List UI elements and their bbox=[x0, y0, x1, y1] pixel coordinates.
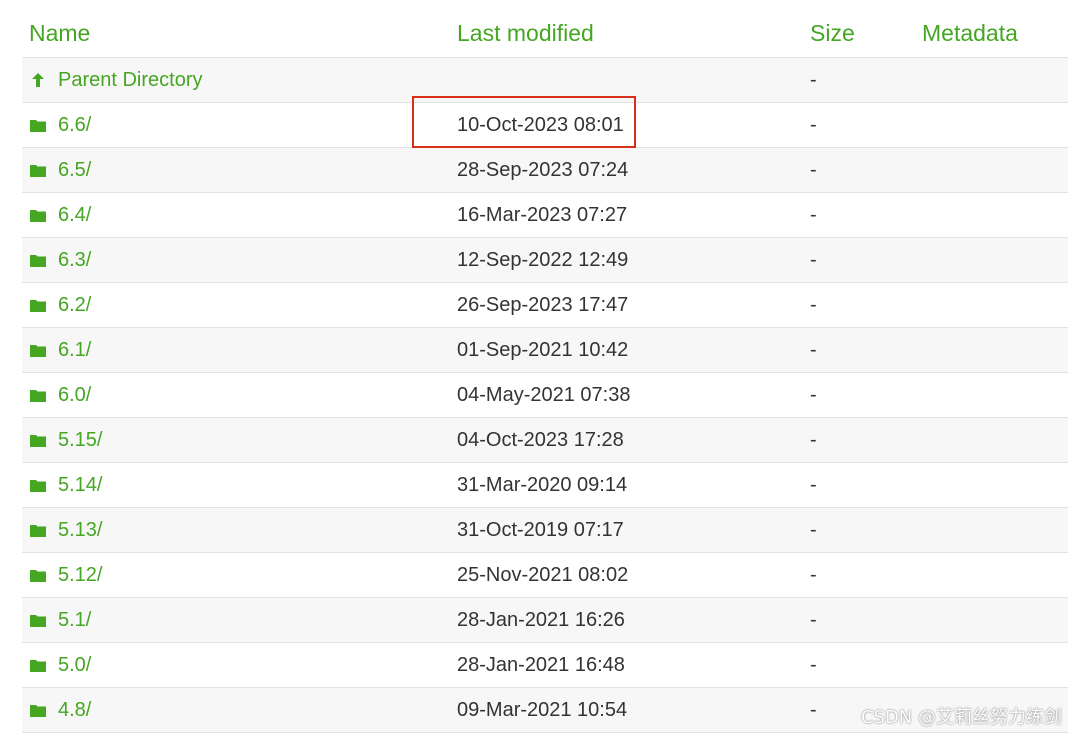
parent-directory-link[interactable]: Parent Directory bbox=[58, 69, 203, 92]
folder-icon bbox=[30, 615, 46, 627]
list-item: 6.4/16-Mar-2023 07:27 - bbox=[22, 193, 1068, 238]
last-modified-cell: 12-Sep-2022 12:49 bbox=[457, 248, 629, 271]
size-cell: - bbox=[810, 158, 817, 181]
size-cell: - bbox=[810, 563, 817, 586]
size-cell: - bbox=[810, 428, 817, 451]
list-item: 5.14/31-Mar-2020 09:14 - bbox=[22, 463, 1068, 508]
sort-by-metadata-header[interactable]: Metadata bbox=[922, 20, 1018, 46]
folder-link[interactable]: 6.4/ bbox=[58, 204, 91, 227]
list-item: 5.12/25-Nov-2021 08:02 - bbox=[22, 553, 1068, 598]
folder-icon bbox=[30, 390, 46, 402]
last-modified-cell: 31-Oct-2019 07:17 bbox=[457, 518, 624, 541]
folder-icon bbox=[30, 570, 46, 582]
folder-link[interactable]: 6.1/ bbox=[58, 339, 91, 362]
sort-by-name-header[interactable]: Name bbox=[29, 20, 90, 47]
size-cell: - bbox=[810, 653, 817, 676]
folder-link[interactable]: 6.6/ bbox=[58, 114, 91, 137]
list-item: 6.3/12-Sep-2022 12:49 - bbox=[22, 238, 1068, 283]
list-item: 6.5/28-Sep-2023 07:24 - bbox=[22, 148, 1068, 193]
list-item: 5.0/28-Jan-2021 16:48 - bbox=[22, 643, 1068, 688]
folder-icon bbox=[30, 705, 46, 717]
last-modified-cell: 31-Mar-2020 09:14 bbox=[457, 473, 628, 496]
folder-link[interactable]: 5.12/ bbox=[58, 564, 102, 587]
folder-link[interactable]: 6.2/ bbox=[58, 294, 91, 317]
header-row: Name Last modified Size Metadata bbox=[22, 10, 1068, 58]
parent-directory-row: Parent Directory - bbox=[22, 58, 1068, 103]
list-item: 5.13/31-Oct-2019 07:17 - bbox=[22, 508, 1068, 553]
list-item: 6.2/26-Sep-2023 17:47 - bbox=[22, 283, 1068, 328]
folder-link[interactable]: 6.3/ bbox=[58, 249, 91, 272]
size-cell: - bbox=[810, 608, 817, 631]
folder-link[interactable]: 5.14/ bbox=[58, 474, 102, 497]
last-modified-cell: 28-Jan-2021 16:48 bbox=[457, 653, 625, 676]
last-modified-cell: 25-Nov-2021 08:02 bbox=[457, 563, 629, 586]
watermark: CSDN @艾莉丝努力练剑 bbox=[860, 707, 1062, 728]
sort-by-last-modified-header[interactable]: Last modified bbox=[457, 20, 594, 46]
folder-icon bbox=[30, 345, 46, 357]
size-cell: - bbox=[810, 203, 817, 226]
last-modified-cell: 04-May-2021 07:38 bbox=[457, 383, 631, 406]
folder-link[interactable]: 5.15/ bbox=[58, 429, 102, 452]
folder-icon bbox=[30, 660, 46, 672]
folder-icon bbox=[30, 525, 46, 537]
last-modified-cell: 04-Oct-2023 17:28 bbox=[457, 428, 624, 451]
last-modified-cell: 01-Sep-2021 10:42 bbox=[457, 338, 629, 361]
folder-link[interactable]: 6.5/ bbox=[58, 159, 91, 182]
size-cell: - bbox=[810, 338, 817, 361]
list-item: 6.0/04-May-2021 07:38 - bbox=[22, 373, 1068, 418]
folder-link[interactable]: 4.8/ bbox=[58, 699, 91, 722]
size-cell: - bbox=[810, 248, 817, 271]
last-modified-cell: 28-Jan-2021 16:26 bbox=[457, 608, 625, 631]
size-cell: - bbox=[810, 293, 817, 316]
folder-icon bbox=[30, 300, 46, 312]
size-cell: - bbox=[810, 113, 817, 136]
sort-by-size-header[interactable]: Size bbox=[810, 20, 855, 46]
folder-icon bbox=[30, 480, 46, 492]
folder-icon bbox=[30, 120, 46, 132]
folder-link[interactable]: 6.0/ bbox=[58, 384, 91, 407]
folder-icon bbox=[30, 435, 46, 447]
last-modified-cell: 26-Sep-2023 17:47 bbox=[457, 293, 629, 316]
directory-listing: Name Last modified Size Metadata Parent … bbox=[22, 10, 1068, 733]
size-cell: - bbox=[810, 383, 817, 406]
folder-link[interactable]: 5.13/ bbox=[58, 519, 102, 542]
list-item: 6.6/10-Oct-2023 08:01 - bbox=[22, 103, 1068, 148]
size-cell: - bbox=[810, 68, 817, 91]
size-cell: - bbox=[810, 473, 817, 496]
last-modified-cell: 16-Mar-2023 07:27 bbox=[457, 203, 628, 226]
folder-icon bbox=[30, 210, 46, 222]
arrow-up-icon bbox=[32, 73, 44, 87]
list-item: 5.1/28-Jan-2021 16:26 - bbox=[22, 598, 1068, 643]
last-modified-cell: 28-Sep-2023 07:24 bbox=[457, 158, 629, 181]
size-cell: - bbox=[810, 518, 817, 541]
folder-link[interactable]: 5.1/ bbox=[58, 609, 91, 632]
list-item: 6.1/01-Sep-2021 10:42 - bbox=[22, 328, 1068, 373]
last-modified-cell: 09-Mar-2021 10:54 bbox=[457, 698, 628, 721]
folder-icon bbox=[30, 255, 46, 267]
folder-link[interactable]: 5.0/ bbox=[58, 654, 91, 677]
last-modified-cell: 10-Oct-2023 08:01 bbox=[457, 113, 624, 136]
folder-icon bbox=[30, 165, 46, 177]
list-item: 5.15/04-Oct-2023 17:28 - bbox=[22, 418, 1068, 463]
